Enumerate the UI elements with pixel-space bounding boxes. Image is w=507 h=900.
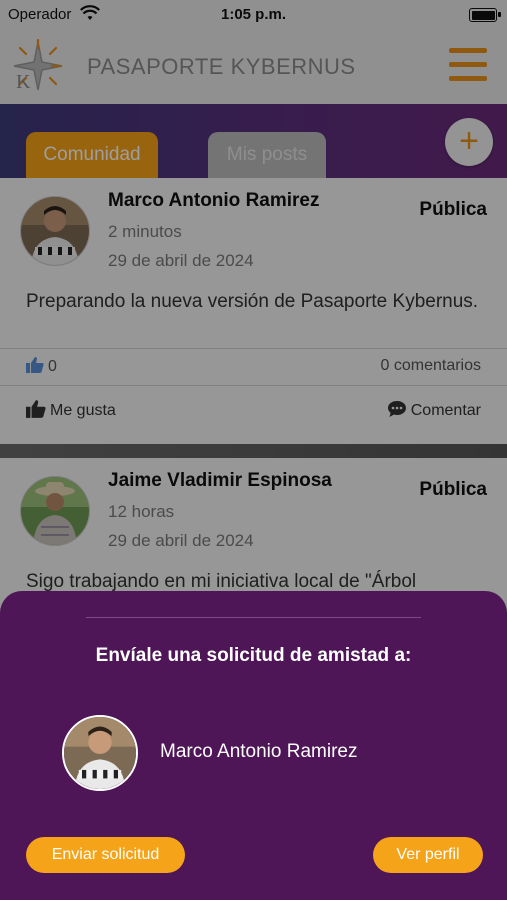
sheet-heading: Envíale una solicitud de amistad a: xyxy=(95,645,412,666)
send-request-button[interactable]: Enviar solicitud xyxy=(26,837,185,873)
view-profile-button[interactable]: Ver perfil xyxy=(373,837,483,873)
recipient-name: Marco Antonio Ramirez xyxy=(160,741,358,762)
friend-request-sheet: Envíale una solicitud de amistad a: Marc… xyxy=(0,591,507,900)
avatar xyxy=(62,715,138,791)
sheet-divider xyxy=(86,617,421,618)
